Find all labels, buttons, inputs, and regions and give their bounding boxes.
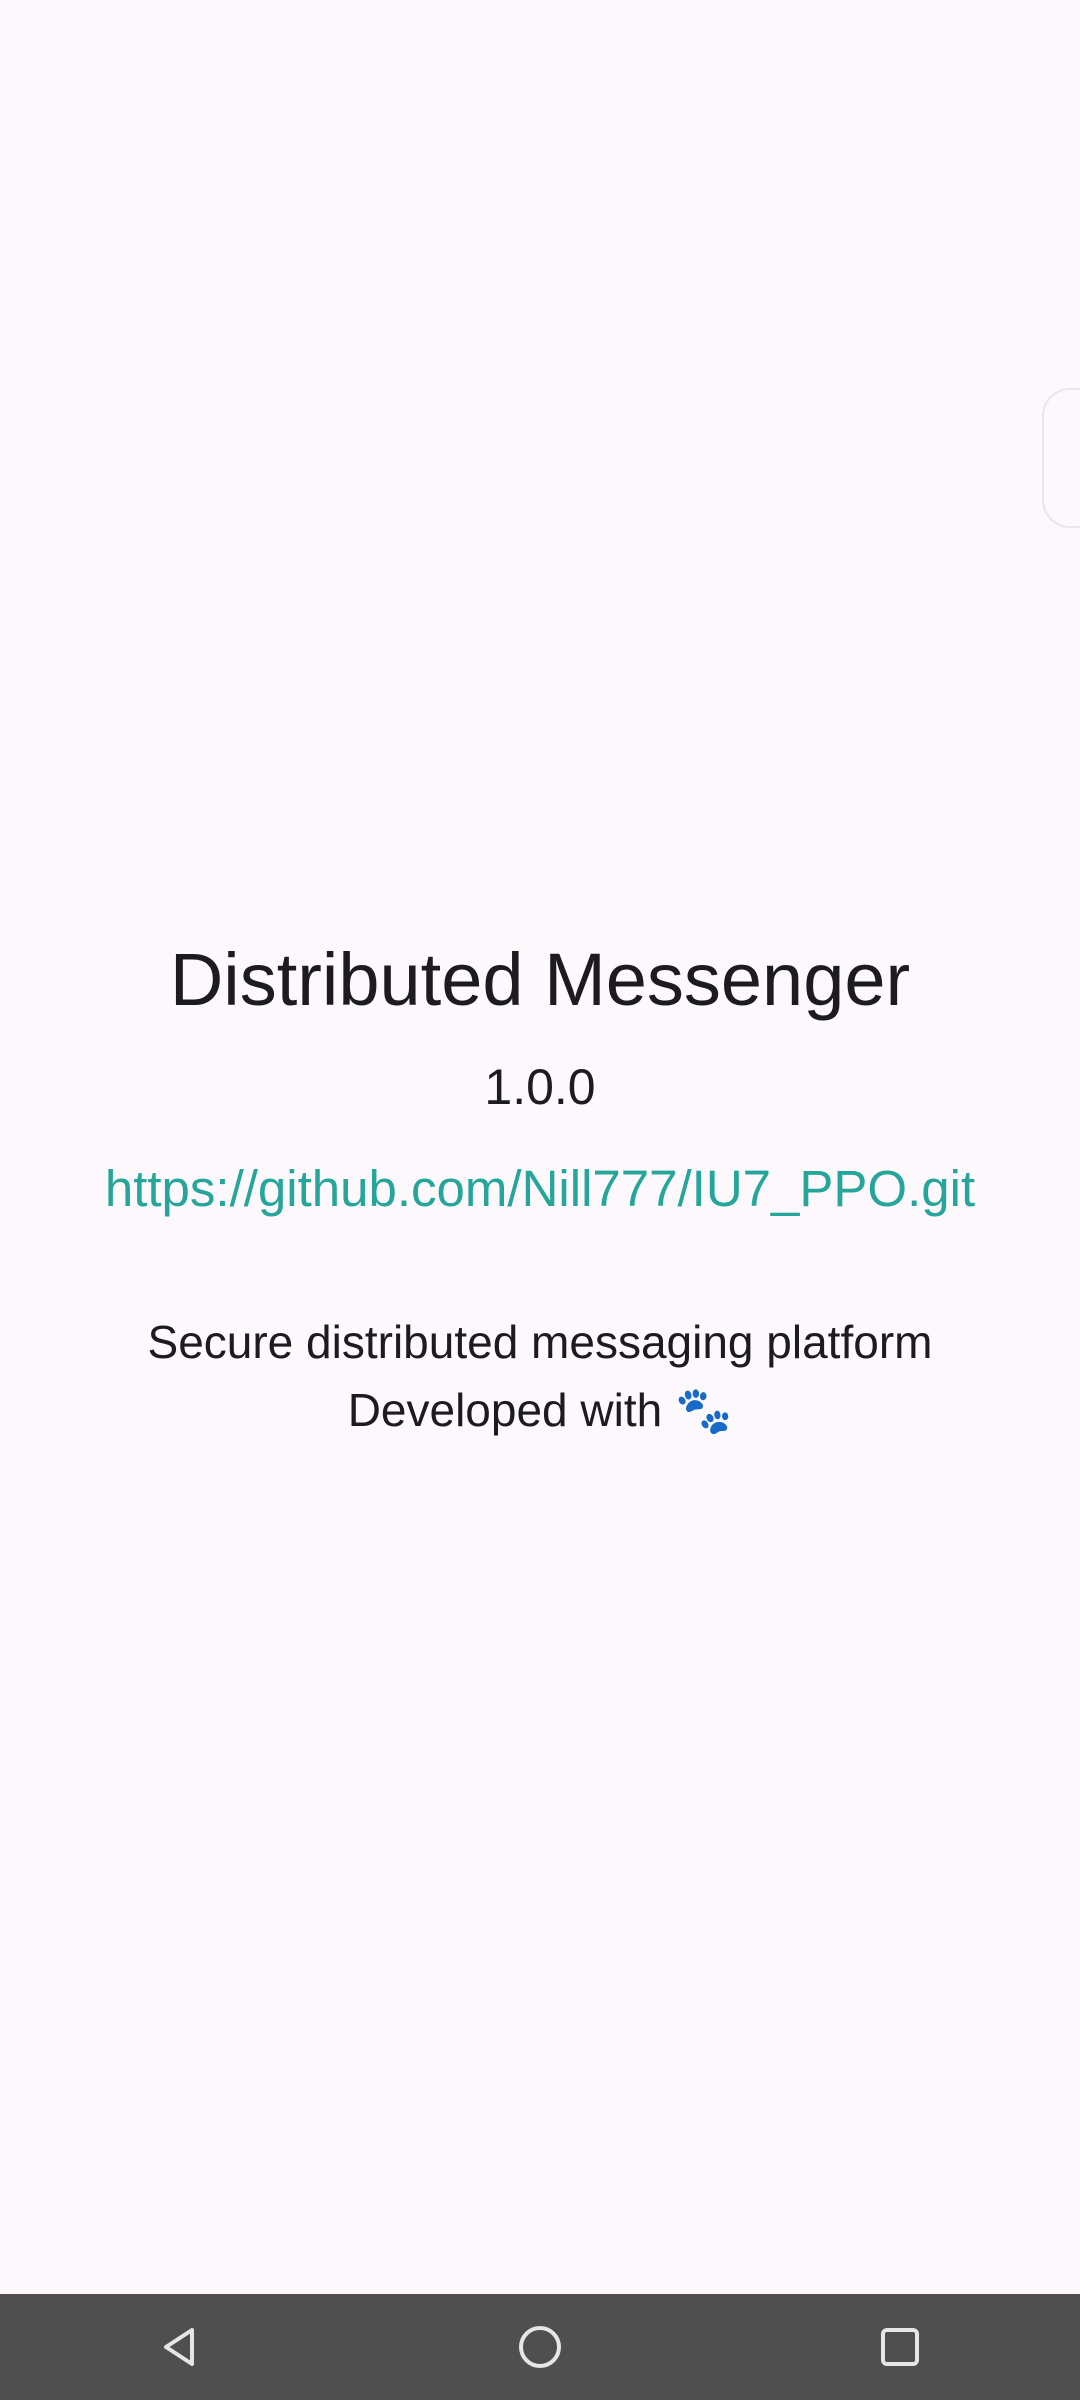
- app-description: Secure distributed messaging platform De…: [0, 1308, 1080, 1444]
- nav-back-button[interactable]: [120, 2294, 240, 2400]
- edge-panel-handle[interactable]: [1042, 388, 1080, 528]
- status-bar: [0, 0, 1080, 130]
- app-version: 1.0.0: [484, 1059, 596, 1115]
- description-line-2: Developed with 🐾: [0, 1376, 1080, 1444]
- back-triangle-icon: [164, 2328, 194, 2366]
- description-line-1: Secure distributed messaging platform: [147, 1316, 933, 1368]
- app-title: Distributed Messenger: [169, 938, 911, 1021]
- home-circle-icon: [519, 2326, 561, 2368]
- developed-with-text: Developed with: [347, 1384, 676, 1436]
- navigation-bar: [0, 2294, 1080, 2400]
- nav-home-button[interactable]: [480, 2294, 600, 2400]
- recents-square-icon: [881, 2328, 919, 2366]
- nav-recents-button[interactable]: [840, 2294, 960, 2400]
- paw-prints-icon: 🐾: [675, 1384, 733, 1436]
- repo-link[interactable]: https://github.com/Nill777/IU7_PPO.git: [105, 1156, 975, 1222]
- about-content: Distributed Messenger 1.0.0 https://gith…: [0, 930, 1080, 1444]
